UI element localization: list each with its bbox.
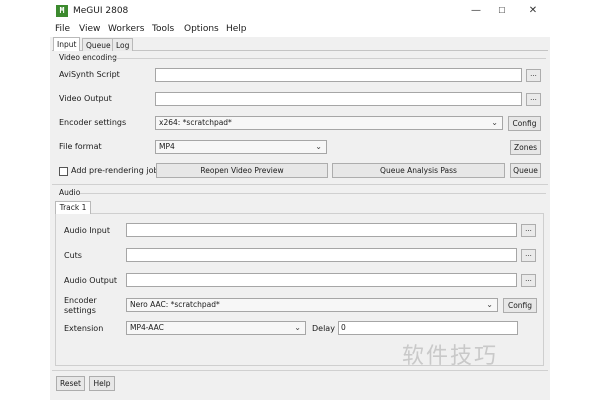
menu-help[interactable]: Help [226,24,247,34]
footer-divider [52,370,548,371]
menu-tools[interactable]: Tools [152,24,174,34]
audio-encoder-label-line1: Encoder [64,296,97,305]
file-format-label: File format [59,142,102,151]
video-encoder-value: x264: *scratchpad* [159,118,232,127]
video-output-browse-button[interactable]: ... [526,93,541,106]
audio-encoder-select[interactable]: Nero AAC: *scratchpad* ⌄ [126,298,498,312]
menu-options[interactable]: Options [184,24,219,34]
audio-group-line [80,193,546,194]
video-group-line [110,58,546,59]
audio-config-button[interactable]: Config [503,298,537,313]
menu-file[interactable]: File [55,24,70,34]
file-format-select[interactable]: MP4 ⌄ [155,140,327,154]
close-icon[interactable]: ✕ [522,4,544,18]
audio-encoder-value: Nero AAC: *scratchpad* [130,300,220,309]
zones-button[interactable]: Zones [510,140,541,155]
audio-divider [52,184,548,185]
audio-output-field[interactable] [126,273,517,287]
tab-log[interactable]: Log [112,38,134,51]
help-button[interactable]: Help [89,376,115,391]
avisynth-script-field[interactable] [155,68,522,82]
window-title: MeGUI 2808 [73,6,129,16]
tab-input[interactable]: Input [53,37,81,51]
file-format-value: MP4 [159,142,175,151]
audio-input-field[interactable] [126,223,517,237]
audio-output-browse-button[interactable]: ... [521,274,536,287]
avisynth-browse-button[interactable]: ... [526,69,541,82]
reset-button[interactable]: Reset [56,376,85,391]
delay-field[interactable]: 0 [338,321,518,335]
watermark-text: 软件技巧 [402,344,499,369]
video-output-field[interactable] [155,92,522,106]
tab-queue[interactable]: Queue [82,38,115,51]
prerender-checkbox[interactable] [59,167,68,176]
delay-label: Delay [312,324,335,333]
cuts-field[interactable] [126,248,517,262]
extension-select[interactable]: MP4-AAC ⌄ [126,321,306,335]
chevron-down-icon: ⌄ [491,118,498,127]
chevron-down-icon: ⌄ [486,300,493,309]
encoder-settings-label: Encoder settings [59,118,127,127]
video-encoding-group-label: Video encoding [59,53,117,62]
tab-track-1[interactable]: Track 1 [55,201,91,214]
menu-view[interactable]: View [79,24,100,34]
app-icon: M [56,5,68,17]
reopen-video-preview-button[interactable]: Reopen Video Preview [156,163,328,178]
menu-workers[interactable]: Workers [108,24,144,34]
video-output-label: Video Output [59,94,112,103]
cuts-label: Cuts [64,251,82,260]
video-queue-button[interactable]: Queue [510,163,541,178]
avisynth-script-label: AviSynth Script [59,70,120,79]
chevron-down-icon: ⌄ [315,142,322,151]
video-encoder-select[interactable]: x264: *scratchpad* ⌄ [155,116,503,130]
audio-group-label: Audio [59,188,81,197]
audio-encoder-label: Encoder settings [64,296,97,316]
queue-analysis-pass-button[interactable]: Queue Analysis Pass [332,163,505,178]
audio-input-browse-button[interactable]: ... [521,224,536,237]
audio-output-label: Audio Output [64,276,118,285]
video-config-button[interactable]: Config [508,116,541,131]
extension-value: MP4-AAC [130,323,164,332]
minimize-icon[interactable]: — [465,4,487,18]
prerender-label: Add pre-rendering job [71,166,159,175]
extension-label: Extension [64,324,104,333]
cuts-browse-button[interactable]: ... [521,249,536,262]
audio-input-label: Audio Input [64,226,110,235]
maximize-icon[interactable]: ☐ [491,4,513,18]
chevron-down-icon: ⌄ [294,323,301,332]
audio-encoder-label-line2: settings [64,306,96,315]
